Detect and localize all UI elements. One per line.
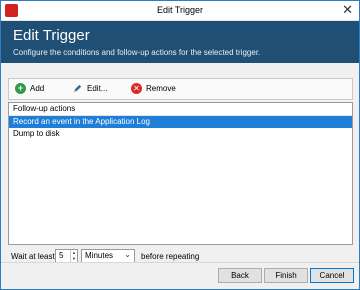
list-item[interactable]: Dump to disk [9, 128, 352, 140]
wait-suffix-label: before repeating [141, 252, 200, 261]
edit-button-label: Edit... [87, 84, 108, 93]
back-button[interactable]: Back [218, 268, 262, 283]
title-bar: Edit Trigger ✕ [1, 1, 359, 21]
chevron-down-icon: ⌄ [124, 250, 131, 259]
pencil-icon [73, 84, 82, 93]
remove-button[interactable]: ✕ Remove [131, 82, 176, 95]
header-banner: Edit Trigger Configure the conditions an… [1, 21, 359, 63]
x-circle-icon: ✕ [131, 83, 142, 94]
add-button[interactable]: + Add [15, 82, 44, 95]
remove-button-label: Remove [146, 84, 176, 93]
plus-circle-icon: + [15, 83, 26, 94]
window-title: Edit Trigger [156, 5, 204, 15]
header-subtitle: Configure the conditions and follow-up a… [13, 48, 261, 57]
edit-trigger-window: Edit Trigger ✕ Edit Trigger Configure th… [0, 0, 360, 290]
add-button-label: Add [30, 84, 45, 93]
edit-button[interactable]: Edit... [72, 82, 107, 95]
header-title: Edit Trigger [13, 27, 90, 44]
list-column-header: Follow-up actions [9, 103, 352, 116]
finish-button[interactable]: Finish [264, 268, 308, 283]
wait-value: 5 [59, 251, 64, 260]
follow-up-actions-list[interactable]: Follow-up actions Record an event in the… [8, 102, 353, 245]
dialog-footer: Back Finish Cancel [1, 262, 359, 289]
wait-prefix-label: Wait at least [11, 252, 55, 261]
list-item[interactable]: Record an event in the Application Log [9, 116, 352, 128]
actions-toolbar: + Add Edit... ✕ Remove [8, 78, 353, 100]
wait-unit-value: Minutes [85, 251, 114, 260]
dialog-body: + Add Edit... ✕ Remove Follow-up actions… [1, 63, 359, 289]
close-icon[interactable]: ✕ [342, 3, 353, 17]
cancel-button[interactable]: Cancel [310, 268, 354, 283]
